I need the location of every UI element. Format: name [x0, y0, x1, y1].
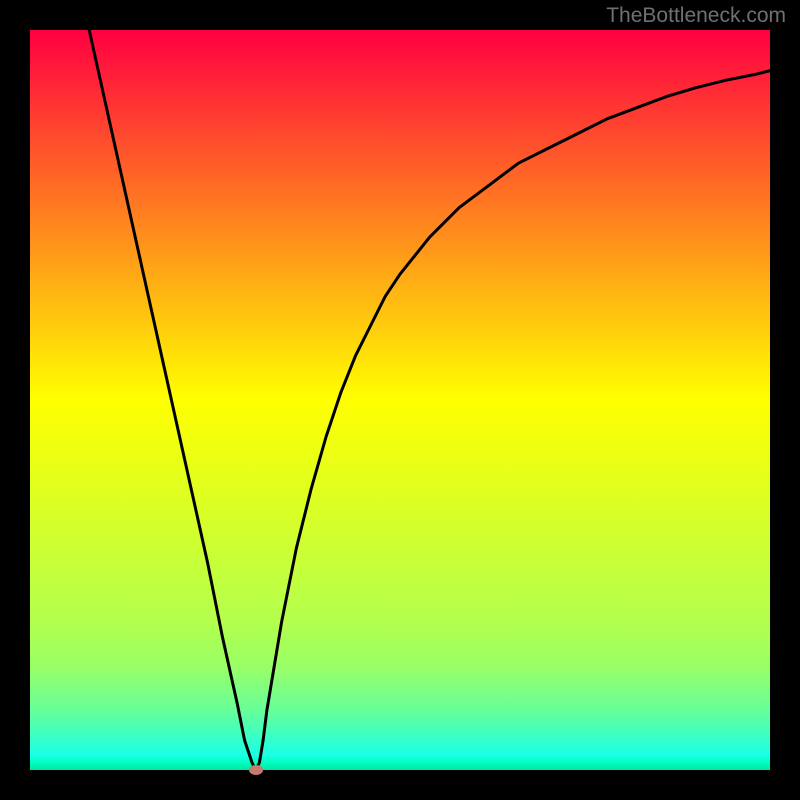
- watermark-text: TheBottleneck.com: [606, 4, 786, 28]
- bottleneck-curve-svg: [30, 30, 770, 770]
- plot-area: [30, 30, 770, 770]
- optimal-point-marker: [249, 765, 263, 775]
- bottleneck-curve-path: [89, 30, 770, 770]
- chart-container: TheBottleneck.com: [0, 0, 800, 800]
